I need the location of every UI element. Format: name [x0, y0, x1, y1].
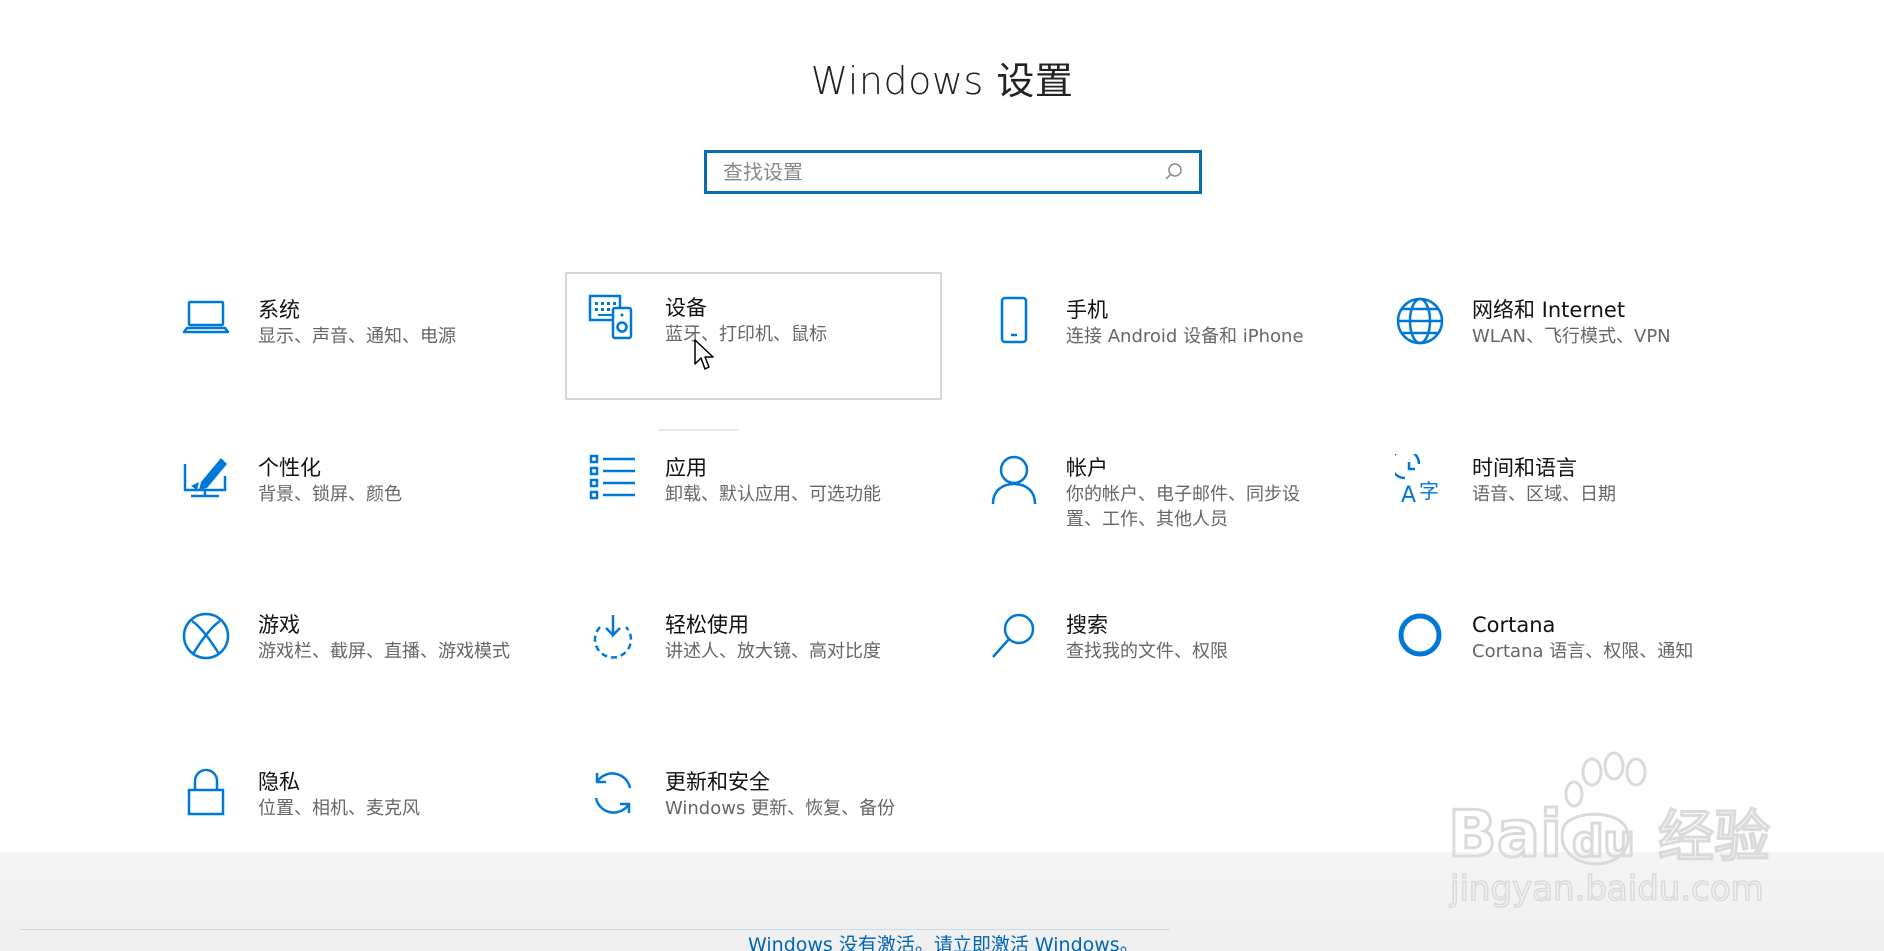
svg-text:du: du — [1572, 816, 1635, 867]
tile-accounts[interactable]: 帐户 你的帐户、电子邮件、同步设 置、工作、其他人员 — [988, 454, 1388, 532]
search-input[interactable] — [707, 153, 1163, 191]
tile-desc: 显示、声音、通知、电源 — [258, 326, 456, 347]
search-icon[interactable] — [1163, 161, 1185, 183]
tile-desc: 蓝牙、打印机、鼠标 — [665, 324, 827, 345]
tile-title: 游戏 — [258, 613, 300, 637]
page-title: Windows 设置 — [810, 59, 1074, 103]
tile-desc: 卸载、默认应用、可选功能 — [665, 484, 881, 505]
tile-desc: 你的帐户、电子邮件、同步设 置、工作、其他人员 — [1066, 484, 1300, 530]
tile-system[interactable]: 系统 显示、声音、通知、电源 — [180, 296, 540, 349]
tile-title: 帐户 — [1066, 456, 1108, 480]
svg-text:Bai: Bai — [1448, 798, 1562, 872]
tile-desc: 背景、锁屏、颜色 — [258, 484, 402, 505]
person-icon — [988, 454, 1040, 506]
mouse-cursor-icon — [694, 339, 714, 370]
tile-update-security[interactable]: 更新和安全 Windows 更新、恢复、备份 — [587, 768, 947, 821]
tile-title: Cortana — [1472, 613, 1556, 637]
svg-text:jingyan.baidu.com: jingyan.baidu.com — [1449, 869, 1764, 908]
tile-desc: Windows 更新、恢复、备份 — [665, 798, 896, 819]
tile-title: 时间和语言 — [1472, 456, 1577, 480]
tile-desc: 游戏栏、截屏、直播、游戏模式 — [258, 641, 510, 662]
tile-time-language[interactable]: A字 时间和语言 语音、区域、日期 — [1394, 454, 1794, 507]
activation-link[interactable]: Windows 没有激活。请立即激活 Windows。 — [748, 930, 1139, 951]
tile-privacy[interactable]: 隐私 位置、相机、麦克风 — [180, 768, 540, 821]
tile-title: 手机 — [1066, 298, 1108, 322]
lock-icon — [180, 768, 232, 820]
personalization-icon — [180, 454, 232, 506]
tile-gaming[interactable]: 游戏 游戏栏、截屏、直播、游戏模式 — [180, 611, 540, 664]
cortana-ring-icon — [1394, 611, 1446, 663]
tile-desc: WLAN、飞行模式、VPN — [1472, 326, 1671, 347]
tile-desc: 语音、区域、日期 — [1472, 484, 1616, 505]
phone-icon — [988, 296, 1040, 348]
tile-desc: 讲述人、放大镜、高对比度 — [665, 641, 881, 662]
tile-desc: 位置、相机、麦克风 — [258, 798, 420, 819]
tile-network[interactable]: 网络和 Internet WLAN、飞行模式、VPN — [1394, 296, 1794, 349]
time-language-icon: A字 — [1394, 454, 1446, 506]
tile-title: 网络和 Internet — [1472, 298, 1626, 322]
devices-icon — [587, 294, 639, 346]
ease-of-access-icon — [587, 611, 639, 663]
tile-phone[interactable]: 手机 连接 Android 设备和 iPhone — [988, 296, 1388, 349]
svg-text:A: A — [1401, 483, 1416, 504]
tile-title: 设备 — [665, 296, 707, 320]
search-box[interactable] — [704, 150, 1202, 194]
tile-title: 轻松使用 — [665, 613, 749, 637]
tile-desc: 查找我的文件、权限 — [1066, 641, 1228, 662]
magnifier-icon — [988, 611, 1040, 663]
svg-text:经验: 经验 — [1658, 805, 1770, 870]
tile-desc: 连接 Android 设备和 iPhone — [1066, 326, 1304, 347]
tile-title: 更新和安全 — [665, 770, 770, 794]
xbox-icon — [180, 611, 232, 663]
tile-title: 隐私 — [258, 770, 300, 794]
baidu-jingyan-watermark: Bai du 经验 jingyan.baidu.com — [1447, 751, 1772, 908]
tile-search[interactable]: 搜索 查找我的文件、权限 — [988, 611, 1388, 664]
apps-list-icon — [587, 454, 639, 506]
tile-personalization[interactable]: 个性化 背景、锁屏、颜色 — [180, 454, 540, 507]
globe-icon — [1394, 296, 1446, 348]
tile-title: 个性化 — [258, 456, 321, 480]
tile-title: 系统 — [258, 298, 300, 322]
tile-title: 搜索 — [1066, 613, 1108, 637]
divider — [658, 429, 738, 431]
tile-title: 应用 — [665, 456, 707, 480]
refresh-icon — [587, 768, 639, 820]
laptop-icon — [180, 296, 232, 348]
svg-text:字: 字 — [1419, 479, 1439, 503]
tile-ease-of-access[interactable]: 轻松使用 讲述人、放大镜、高对比度 — [587, 611, 947, 664]
tile-desc: Cortana 语言、权限、通知 — [1472, 641, 1694, 662]
tile-devices[interactable]: 设备 蓝牙、打印机、鼠标 — [565, 272, 942, 400]
tile-cortana[interactable]: Cortana Cortana 语言、权限、通知 — [1394, 611, 1794, 664]
tile-apps[interactable]: 应用 卸载、默认应用、可选功能 — [587, 454, 947, 507]
